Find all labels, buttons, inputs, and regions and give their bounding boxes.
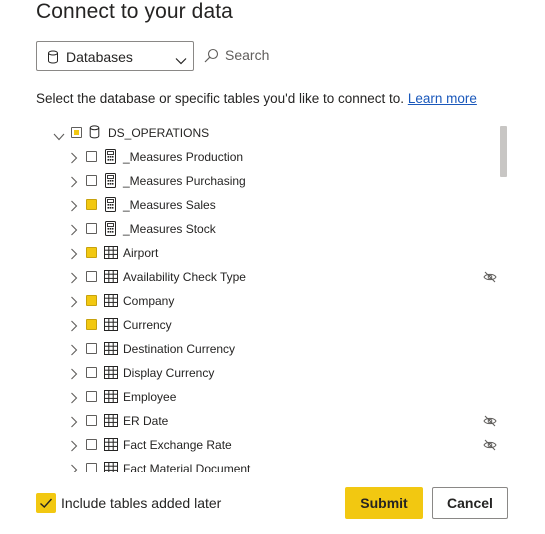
tree-row[interactable]: Employee [48,385,498,409]
chevron-right-icon[interactable] [70,151,78,169]
search-placeholder: Search [225,47,270,63]
eye-hidden-icon [483,270,497,288]
chevron-right-icon[interactable] [70,319,78,337]
database-icon [89,125,100,144]
tree-row[interactable]: Fact Material Document [48,457,498,472]
include-later-label: Include tables added later [61,495,222,511]
chevron-right-icon[interactable] [70,175,78,193]
table-label: Company [123,294,175,308]
table-label: _Measures Sales [123,198,216,212]
chevron-right-icon[interactable] [70,415,78,433]
chevron-right-icon[interactable] [70,295,78,313]
table-checkbox[interactable] [86,391,97,402]
chevron-right-icon[interactable] [70,271,78,289]
table-icon [104,246,118,264]
calculator-icon [104,221,117,241]
table-label: _Measures Purchasing [123,174,246,188]
root-checkbox[interactable] [71,127,82,138]
include-later-checkbox[interactable] [36,493,56,513]
table-checkbox[interactable] [86,319,97,330]
table-checkbox[interactable] [86,439,97,450]
table-label: Availability Check Type [123,270,246,284]
table-label: Fact Exchange Rate [123,438,232,452]
search-icon [204,48,219,68]
cancel-button[interactable]: Cancel [432,487,508,519]
chevron-right-icon[interactable] [70,223,78,241]
table-checkbox[interactable] [86,151,97,162]
table-checkbox[interactable] [86,271,97,282]
table-checkbox[interactable] [86,343,97,354]
table-icon [104,366,118,384]
tree-row[interactable]: _Measures Purchasing [48,169,498,193]
dropdown-selected-value: Databases [66,49,133,65]
navigator-tree: DS_OPERATIONS _Measures Production _Measu… [48,121,508,472]
dialog-title: Connect to your data [36,0,233,23]
tree-scrollbar[interactable] [500,126,507,177]
tree-row[interactable]: Display Currency [48,361,498,385]
table-checkbox[interactable] [86,295,97,306]
chevron-right-icon[interactable] [70,463,78,472]
table-label: Destination Currency [123,342,236,356]
tree-row[interactable]: Airport [48,241,498,265]
tree-row[interactable]: Company [48,289,498,313]
chevron-right-icon[interactable] [70,367,78,385]
chevron-right-icon[interactable] [70,247,78,265]
eye-hidden-icon [483,438,497,456]
table-icon [104,318,118,336]
tree-row[interactable]: _Measures Sales [48,193,498,217]
calculator-icon [104,173,117,193]
table-label: Airport [123,246,159,260]
table-label: Display Currency [123,366,215,380]
table-checkbox[interactable] [86,199,97,210]
table-label: Fact Material Document [123,462,251,472]
root-label: DS_OPERATIONS [108,126,210,140]
table-checkbox[interactable] [86,223,97,234]
chevron-down-icon[interactable] [53,128,65,146]
table-checkbox[interactable] [86,247,97,258]
instructions-text: Select the database or specific tables y… [36,91,477,106]
source-type-dropdown[interactable]: Databases [36,41,194,71]
table-icon [104,414,118,432]
tree-row[interactable]: Fact Exchange Rate [48,433,498,457]
calculator-icon [104,197,117,217]
table-checkbox[interactable] [86,367,97,378]
tree-row[interactable]: _Measures Stock [48,217,498,241]
chevron-right-icon[interactable] [70,199,78,217]
table-icon [104,438,118,456]
table-label: Employee [123,390,177,404]
table-label: _Measures Production [123,150,244,164]
eye-hidden-icon [483,414,497,432]
table-label: ER Date [123,414,169,428]
table-icon [104,294,118,312]
database-icon [47,50,59,69]
tree-row[interactable]: Availability Check Type [48,265,498,289]
instructions-body: Select the database or specific tables y… [36,91,408,106]
chevron-down-icon [175,52,187,70]
tree-row[interactable]: ER Date [48,409,498,433]
chevron-right-icon[interactable] [70,343,78,361]
chevron-right-icon[interactable] [70,391,78,409]
table-icon [104,342,118,360]
table-icon [104,270,118,288]
calculator-icon [104,149,117,169]
table-label: _Measures Stock [123,222,216,236]
table-label: Currency [123,318,172,332]
tree-row[interactable]: _Measures Production [48,145,498,169]
learn-more-link[interactable]: Learn more [408,91,477,106]
tree-row[interactable]: Destination Currency [48,337,498,361]
table-icon [104,390,118,408]
table-checkbox[interactable] [86,415,97,426]
chevron-right-icon[interactable] [70,439,78,457]
tree-row[interactable]: Currency [48,313,498,337]
tree-root-row[interactable]: DS_OPERATIONS [48,121,498,145]
submit-button[interactable]: Submit [345,487,423,519]
table-icon [104,462,118,472]
table-checkbox[interactable] [86,175,97,186]
table-checkbox[interactable] [86,463,97,472]
